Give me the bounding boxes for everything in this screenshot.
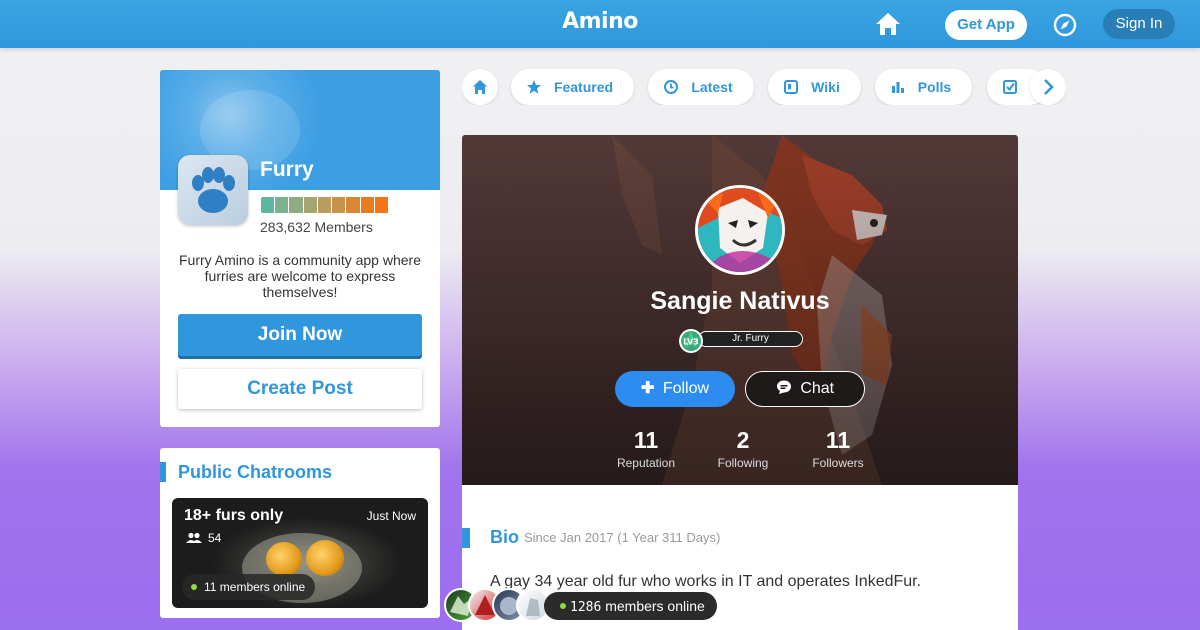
egg-yolk [306, 540, 344, 576]
profile-avatar[interactable] [695, 185, 785, 275]
stat-label: Following [717, 456, 769, 470]
chatroom-member-count: 54 [186, 531, 221, 545]
chat-bubble-icon [776, 380, 791, 394]
level-bar-segment [303, 197, 317, 213]
chat-label: Chat [800, 380, 835, 397]
chatroom-name: 18+ furs only [184, 507, 284, 524]
stat-value: 2 [736, 427, 750, 453]
online-count-pill: 1286 members online [544, 592, 717, 620]
community-card: Furry 283,632 Members Furry Amino is a c… [160, 70, 440, 427]
level-badge-icon: LV3 [679, 329, 703, 353]
stat-label: Reputation [616, 456, 676, 470]
bio-since: Since Jan 2017 (1 Year 311 Days) [524, 530, 721, 545]
join-now-button[interactable]: Join Now [178, 314, 422, 356]
create-post-button[interactable]: Create Post [178, 369, 422, 409]
online-members-bar[interactable]: 1286 members online [444, 588, 719, 622]
chatrooms-title: Public Chatrooms [178, 462, 333, 482]
tab-polls[interactable]: Polls [875, 69, 972, 105]
egg-yolk [266, 542, 302, 576]
home-icon[interactable] [874, 11, 902, 37]
community-description: Furry Amino is a community app where fur… [179, 252, 421, 300]
profile-name: Sangie Nativus [650, 287, 830, 315]
chatroom-time: Just Now [366, 509, 416, 523]
tab-label: Polls [917, 79, 952, 95]
bio-heading: Bio [490, 527, 519, 547]
sign-in-button[interactable]: Sign In [1103, 9, 1175, 39]
stat-following[interactable]: 2 Following [698, 427, 788, 470]
quiz-check-icon [1003, 80, 1017, 94]
stat-label: Followers [812, 456, 864, 470]
level-bar-segment [275, 197, 289, 213]
community-level-bar [261, 197, 389, 213]
profile-header: Sangie Nativus Jr. Furry LV3 ✚ Follow Ch… [462, 135, 1018, 485]
chatroom-tile[interactable]: 18+ furs only Just Now 54 11 members onl… [172, 498, 428, 608]
online-count: 1286 [570, 600, 602, 615]
follow-label: Follow [662, 380, 710, 397]
tab-wiki[interactable]: Wiki [768, 69, 861, 105]
compass-icon[interactable] [1053, 13, 1077, 37]
stat-value: 11 [825, 427, 851, 453]
title-badge: Jr. Furry [698, 331, 803, 347]
tab-label: Featured [553, 79, 614, 95]
stat-reputation: 11 Reputation [601, 427, 691, 470]
get-app-button[interactable]: Get App [945, 10, 1027, 40]
community-name: Furry [260, 158, 314, 181]
category-home-button[interactable] [462, 69, 498, 105]
paw-icon [192, 167, 235, 213]
tab-label: Latest [691, 79, 733, 95]
home-icon [473, 80, 487, 94]
follow-button[interactable]: ✚ Follow [615, 371, 735, 407]
stat-value: 11 [633, 427, 659, 453]
chat-button[interactable]: Chat [745, 371, 865, 407]
level-bar-segment [261, 197, 275, 213]
avatar-image [698, 188, 782, 272]
amino-logo[interactable]: Amino [560, 9, 640, 34]
level-bar-segment [346, 197, 360, 213]
community-icon[interactable] [178, 155, 248, 225]
level-bar-segment [374, 197, 388, 213]
level-bar-segment [317, 197, 332, 213]
tab-featured[interactable]: Featured [511, 69, 634, 105]
section-accent [462, 528, 470, 548]
tab-latest[interactable]: Latest [648, 69, 754, 105]
users-icon [186, 532, 202, 543]
chatroom-online-badge: 11 members online [182, 574, 316, 600]
chatroom-count-value: 54 [208, 531, 222, 545]
tab-label: Wiki [811, 79, 840, 95]
section-accent [160, 462, 166, 482]
level-bar-segment [289, 197, 303, 213]
plus-icon: ✚ [640, 380, 655, 397]
top-navigation-bar: Amino Get App Sign In [0, 0, 1200, 48]
online-suffix: members online [601, 598, 705, 614]
level-bar-segment [332, 197, 346, 213]
chevron-right-icon [1044, 79, 1054, 95]
stat-followers[interactable]: 11 Followers [793, 427, 883, 470]
level-bar-segment [360, 197, 374, 213]
level-text: LV3 [683, 338, 699, 347]
category-next-button[interactable] [1030, 69, 1066, 105]
category-nav: Featured Latest Wiki Polls [462, 69, 1066, 105]
public-chatrooms-card: Public Chatrooms 18+ furs only Just Now … [160, 448, 440, 618]
member-count: 283,632 Members [260, 219, 373, 235]
